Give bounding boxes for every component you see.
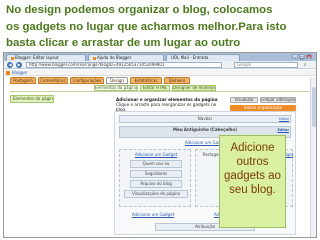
forward-button[interactable]: ▶: [16, 62, 22, 68]
gadget-quem-sou-eu[interactable]: Quem sou eu: [130, 160, 182, 168]
blogger-bar-label: Blogger: [12, 70, 28, 75]
gadget-visualizacoes[interactable]: Visualizações de página: [124, 190, 188, 198]
tab-dinheiro[interactable]: Dinheiro: [164, 77, 190, 84]
blogger-logo-icon: [6, 71, 10, 75]
left-sidebar-column: Adicionar um Gadget Quem sou eu Seguidor…: [119, 149, 191, 207]
navbar-gadget[interactable]: Navbar Editar: [119, 115, 291, 123]
gadget-seguidores[interactable]: Seguidores: [130, 170, 182, 178]
callout-line: seu blog.: [229, 184, 276, 196]
blogger-main-tabs: Postagem Comentários Configurações Desig…: [10, 77, 310, 84]
back-button[interactable]: ◀: [7, 62, 13, 68]
blogger-favicon-icon: [93, 56, 96, 60]
sidebar-item-elementos[interactable]: Elementos da página: [10, 95, 54, 103]
browser-navigation-bar: ◀ ▶ http://www.blogger.com/rearrange?blo…: [4, 61, 316, 69]
tab-designer-de-modelos[interactable]: Designer de modelos: [172, 85, 216, 91]
callout-line: outros: [236, 156, 269, 168]
tab-elementos-da-pagina[interactable]: Elementos da página: [94, 85, 138, 91]
caption-line-2: os gadgets no lugar que acharmos melhor.…: [6, 20, 287, 33]
edit-link[interactable]: Editar: [278, 128, 290, 132]
add-gadget-link[interactable]: Adicionar um Gadget: [128, 152, 184, 158]
design-subtabs: Elementos da página Editar HTML Designer…: [10, 85, 310, 92]
tab-configuracoes[interactable]: Configurações: [70, 77, 104, 84]
tab-postagem[interactable]: Postagem: [10, 77, 36, 84]
edit-link[interactable]: Editar: [279, 117, 289, 121]
maximize-button[interactable]: □: [299, 54, 305, 60]
caption-line-3: basta clicar e arrastar de um lugar ao o…: [6, 37, 241, 49]
close-window-button[interactable]: ✕: [306, 54, 312, 60]
callout-note: Adicione outros gadgets ao seu blog.: [219, 135, 286, 228]
blogger-favicon-icon: [11, 56, 14, 60]
preview-button[interactable]: Visualizar: [230, 97, 258, 103]
callout-line: gadgets ao: [224, 170, 281, 182]
browser-tab-blogger-help[interactable]: Ajuda do Blogger: [88, 54, 164, 61]
callout-line: Adicione: [230, 142, 275, 154]
minimize-button[interactable]: –: [292, 54, 298, 60]
footer-add-gadget-left[interactable]: Adicionar um Gadget: [123, 212, 183, 218]
browser-search-input[interactable]: Google: [234, 62, 298, 68]
clear-changes-button[interactable]: Limpar alterações: [260, 97, 296, 103]
caption-line-1: No design podemos organizar o blog, colo…: [6, 4, 273, 16]
blogger-top-bar: Blogger: [4, 70, 316, 76]
browser-tab-uol-mail[interactable]: UOL Mail - Entrada: [166, 54, 240, 61]
tab-comentarios[interactable]: Comentários: [38, 77, 68, 84]
search-icon[interactable]: ⌕: [302, 62, 308, 68]
scrollbar-thumb[interactable]: [312, 87, 316, 127]
tab-estatisticas[interactable]: Estatísticas: [130, 77, 162, 84]
tab-editar-html[interactable]: Editar HTML: [140, 85, 170, 91]
tab-design[interactable]: Design: [106, 77, 128, 84]
address-bar[interactable]: http://www.blogger.com/rearrange?blogID=…: [26, 62, 222, 68]
gadget-arquivo-do-blog[interactable]: Arquivo do blog: [130, 180, 182, 188]
slide-caption: No design podemos organizar o blog, colo…: [6, 2, 316, 52]
editor-heading: Adicionar e organizar elementos da págin…: [116, 97, 226, 112]
page-scrollbar[interactable]: [310, 77, 316, 237]
browser-tab-strip: Blogger: Editar layout Ajuda do Blogger …: [4, 53, 316, 61]
browser-tab-blogger-layout[interactable]: Blogger: Editar layout: [6, 54, 86, 61]
